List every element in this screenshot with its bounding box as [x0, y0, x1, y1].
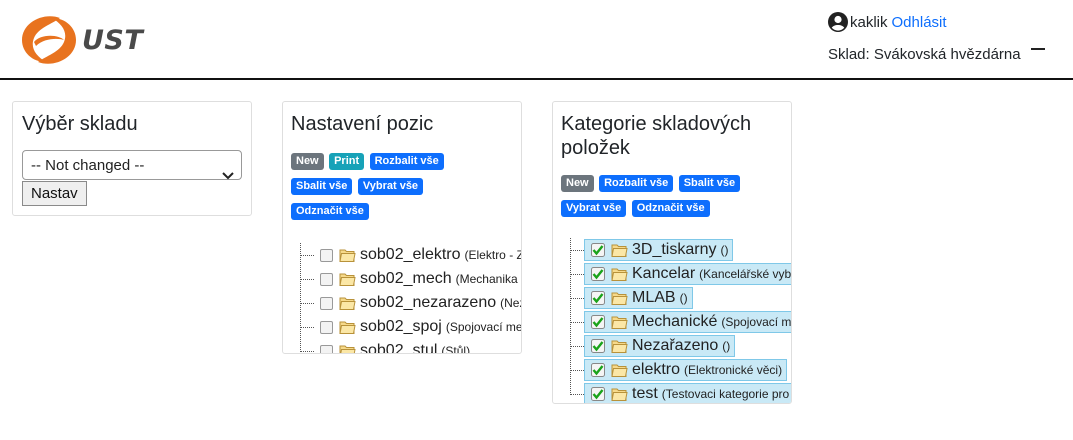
user-area: kaklik Odhlásit Sklad: Svákovská hvězdár…	[828, 12, 1045, 63]
logo-swirl-icon	[22, 16, 76, 64]
checkbox[interactable]	[320, 272, 333, 286]
folder-icon	[339, 295, 356, 311]
folder-icon	[611, 362, 628, 378]
checkbox[interactable]	[320, 344, 333, 353]
positions-tree: sob02_elektro (Elektro - Z sob02_mech (M…	[299, 243, 521, 354]
expand-all-button[interactable]: Rozbalit vše	[369, 153, 444, 170]
tree-item[interactable]: 3D_tiskarny ()	[569, 238, 791, 262]
folder-icon	[611, 314, 628, 330]
user-name: kaklik	[850, 13, 888, 31]
expand-all-button[interactable]: Rozbalit vše	[599, 175, 674, 192]
new-button[interactable]: New	[561, 175, 594, 192]
panel-title: Kategorie skladových položek	[561, 113, 752, 159]
deselect-all-button[interactable]: Odznačit vše	[291, 203, 369, 220]
checked-checkbox-icon[interactable]	[591, 339, 605, 353]
checked-checkbox-icon[interactable]	[591, 315, 605, 329]
collapse-all-button[interactable]: Sbalit vše	[678, 175, 741, 192]
tree-item[interactable]: sob02_mech (Mechanika	[299, 267, 521, 291]
tree-item[interactable]: Kancelar (Kancelářské vyb	[569, 262, 791, 286]
checkbox[interactable]	[320, 296, 333, 310]
folder-icon	[339, 319, 356, 335]
tree-item[interactable]: test (Testovaci kategorie pro	[569, 382, 791, 403]
menu-toggle-icon[interactable]	[1030, 47, 1045, 50]
tree-item[interactable]: MLAB ()	[569, 286, 791, 310]
tree-item[interactable]: sob02_stul (Stůl)	[299, 339, 521, 354]
folder-icon	[611, 386, 628, 402]
folder-icon	[611, 338, 628, 354]
toolbar: New Rozbalit vše Sbalit vše Vybrat vše O…	[561, 170, 783, 220]
panel-title: Nastavení pozic	[291, 113, 434, 135]
folder-icon	[339, 247, 356, 263]
categories-tree: 3D_tiskarny () Kancelar (Kancelářské vyb…	[569, 238, 791, 403]
checked-checkbox-icon[interactable]	[591, 243, 605, 257]
set-store-button[interactable]: Nastav	[22, 181, 87, 206]
collapse-all-button[interactable]: Sbalit vše	[291, 178, 353, 195]
checked-checkbox-icon[interactable]	[591, 387, 605, 401]
tree-item[interactable]: sob02_elektro (Elektro - Z	[299, 243, 521, 267]
logo[interactable]: UST	[18, 14, 143, 66]
tree-item[interactable]: sob02_spoj (Spojovací me	[299, 315, 521, 339]
toolbar: New Print Rozbalit vše Sbalit vše Vybrat…	[291, 148, 513, 223]
folder-icon	[339, 271, 356, 287]
logout-link[interactable]: Odhlásit	[892, 14, 947, 31]
tree-item[interactable]: Mechanické (Spojovací m	[569, 310, 791, 334]
folder-icon	[339, 343, 356, 354]
store-select[interactable]: -- Not changed --	[22, 150, 242, 180]
tree-item[interactable]: elektro (Elektronické věci)	[569, 358, 791, 382]
checked-checkbox-icon[interactable]	[591, 291, 605, 305]
logo-text: UST	[82, 24, 144, 56]
panel-title: Výběr skladu	[22, 113, 138, 135]
current-store-label: Sklad: Svákovská hvězdárna	[828, 46, 1021, 63]
checked-checkbox-icon[interactable]	[591, 267, 605, 281]
print-button[interactable]: Print	[329, 153, 365, 170]
folder-icon	[611, 266, 628, 282]
user-account-icon	[828, 12, 848, 32]
tree-item[interactable]: Nezařazeno ()	[569, 334, 791, 358]
checked-checkbox-icon[interactable]	[591, 363, 605, 377]
select-all-button[interactable]: Vybrat vše	[561, 200, 627, 217]
folder-icon	[611, 242, 628, 258]
select-all-button[interactable]: Vybrat vše	[357, 178, 424, 195]
checkbox[interactable]	[320, 320, 333, 334]
positions-panel: Nastavení pozic New Print Rozbalit vše S…	[282, 101, 522, 354]
store-select-panel: Výběr skladu -- Not changed -- Nastav	[12, 101, 252, 216]
deselect-all-button[interactable]: Odznačit vše	[631, 200, 710, 217]
top-header: UST kaklik Odhlásit Sklad: Svákovská hvě…	[0, 0, 1073, 80]
tree-item[interactable]: sob02_nezarazeno (Nez	[299, 291, 521, 315]
folder-icon	[611, 290, 628, 306]
categories-panel: Kategorie skladových položek New Rozbali…	[552, 101, 792, 404]
new-button[interactable]: New	[291, 153, 324, 170]
checkbox[interactable]	[320, 248, 333, 262]
